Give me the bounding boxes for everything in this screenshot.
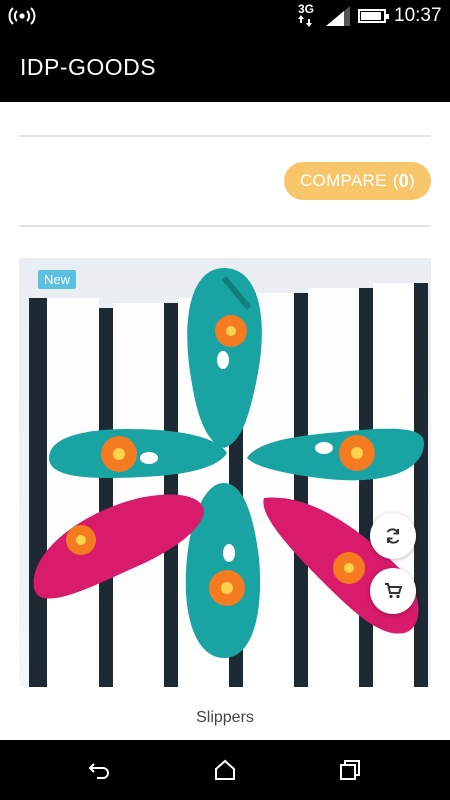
compare-action-button[interactable] (370, 513, 416, 559)
back-icon[interactable] (88, 758, 112, 782)
network-type: 3G (298, 3, 314, 27)
compare-divider (19, 225, 431, 227)
home-icon[interactable] (213, 758, 237, 782)
product-name[interactable]: Slippers (0, 709, 450, 727)
app-title: IDP-GOODS (20, 54, 157, 80)
top-divider (19, 135, 431, 137)
battery-fill (361, 12, 381, 20)
app-bar: IDP-GOODS (0, 32, 450, 102)
clock: 10:37 (394, 5, 442, 26)
navigation-bar (0, 740, 450, 800)
cart-icon (385, 583, 402, 599)
battery-icon (358, 9, 389, 23)
data-arrows-icon (298, 15, 312, 27)
status-bar: 3G 10:37 (0, 0, 450, 32)
compare-label: COMPARE (299, 171, 387, 190)
recents-icon[interactable] (338, 758, 362, 782)
refresh-icon (386, 528, 400, 544)
compare-count: 0 (398, 170, 410, 191)
add-to-cart-button[interactable] (370, 568, 416, 614)
network-label: 3G (298, 2, 315, 16)
signal-strength-icon (326, 6, 350, 31)
product-image[interactable] (19, 258, 431, 687)
new-badge: New (38, 270, 77, 289)
compare-button[interactable]: COMPARE ( 0 ) (284, 162, 431, 200)
wifi-hotspot-icon (8, 6, 36, 31)
compare-close-paren: ) (409, 171, 416, 190)
